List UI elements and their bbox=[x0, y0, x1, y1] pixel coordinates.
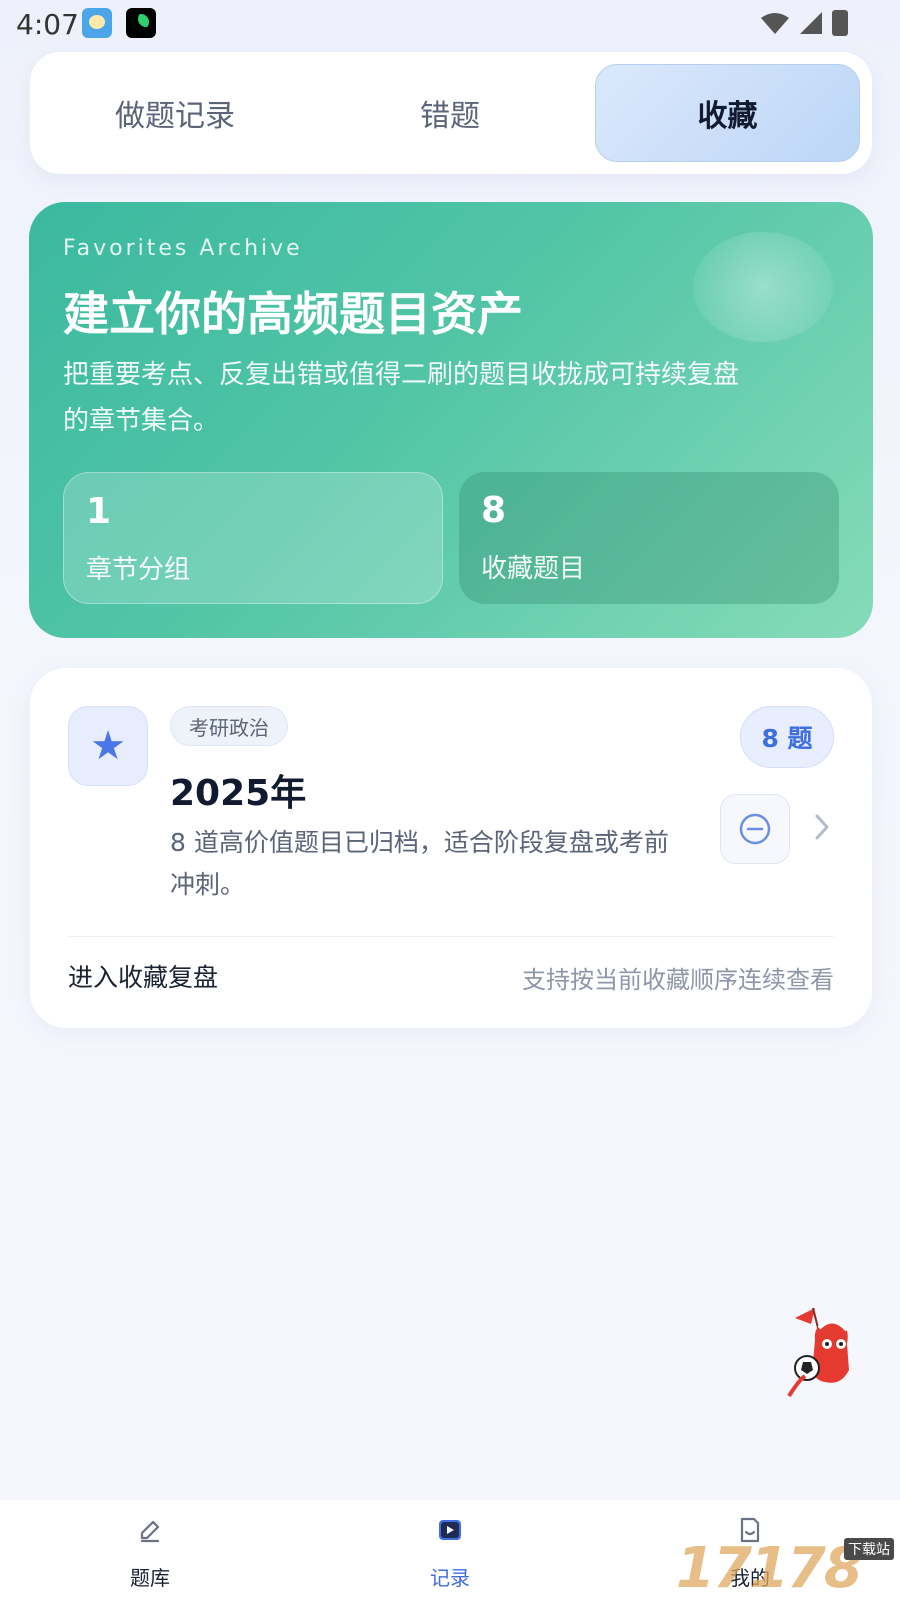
stat-value: 1 bbox=[86, 491, 112, 532]
edit-icon bbox=[140, 1520, 160, 1543]
nav-record[interactable]: 记录 bbox=[350, 1500, 550, 1600]
card-divider bbox=[68, 936, 834, 937]
nav-label: 题库 bbox=[130, 1566, 170, 1590]
nav-label: 记录 bbox=[430, 1566, 470, 1590]
hero-eyebrow: Favorites Archive bbox=[63, 236, 303, 261]
watermark-text: 17178 bbox=[676, 1536, 863, 1600]
app-avatar-icon bbox=[82, 8, 112, 38]
chevron-right-icon[interactable] bbox=[812, 811, 832, 843]
tab-practice-record[interactable]: 做题记录 bbox=[30, 64, 320, 162]
stat-chapter-groups: 1 章节分组 bbox=[63, 472, 443, 604]
battery-icon bbox=[832, 10, 848, 36]
tab-wrong-questions[interactable]: 错题 bbox=[320, 64, 580, 162]
signal-icon bbox=[800, 12, 822, 34]
hero-glow bbox=[693, 232, 833, 342]
nav-question-bank[interactable]: 题库 bbox=[50, 1500, 250, 1600]
star-icon: ★ bbox=[68, 706, 148, 786]
record-tabs: 做题记录 错题 收藏 bbox=[30, 52, 872, 174]
watermark-tag: 下载站 bbox=[844, 1538, 894, 1560]
stat-value: 8 bbox=[481, 490, 507, 531]
minus-circle-icon bbox=[739, 813, 771, 845]
hero-description: 把重要考点、反复出错或值得二刷的题目收拢成可持续复盘的章节集合。 bbox=[63, 360, 740, 436]
hero-title: 建立你的高频题目资产 bbox=[63, 287, 523, 341]
tab-favorites[interactable]: 收藏 bbox=[595, 64, 860, 162]
chapter-title: 2025年 bbox=[170, 773, 307, 814]
subject-tag: 考研政治 bbox=[170, 706, 288, 746]
wifi-icon bbox=[761, 13, 789, 34]
stat-favorite-questions: 8 收藏题目 bbox=[459, 472, 839, 604]
moon-app-icon bbox=[126, 8, 156, 38]
question-count-badge: 8 题 bbox=[740, 706, 834, 768]
status-time: 4:07 bbox=[16, 8, 79, 41]
watermark-logo: 17178 下载站 bbox=[676, 1536, 900, 1600]
mascot-sticker bbox=[787, 1307, 849, 1398]
enter-review-link[interactable]: 进入收藏复盘 bbox=[68, 958, 218, 994]
review-hint: 支持按当前收藏顺序连续查看 bbox=[522, 966, 834, 994]
status-bar: 4:07 bbox=[0, 0, 900, 48]
stat-label: 章节分组 bbox=[86, 555, 191, 585]
favorite-chapter-card[interactable]: ★ 考研政治 2025年 8 道高价值题目已归档，适合阶段复盘或考前冲刺。 8 … bbox=[30, 668, 872, 1028]
play-record-icon bbox=[439, 1520, 461, 1540]
favorites-hero-card: Favorites Archive 建立你的高频题目资产 把重要考点、反复出错或… bbox=[29, 202, 873, 638]
stat-label: 收藏题目 bbox=[481, 554, 586, 584]
remove-favorite-button[interactable] bbox=[720, 794, 790, 864]
chapter-description: 8 道高价值题目已归档，适合阶段复盘或考前冲刺。 bbox=[170, 828, 669, 899]
